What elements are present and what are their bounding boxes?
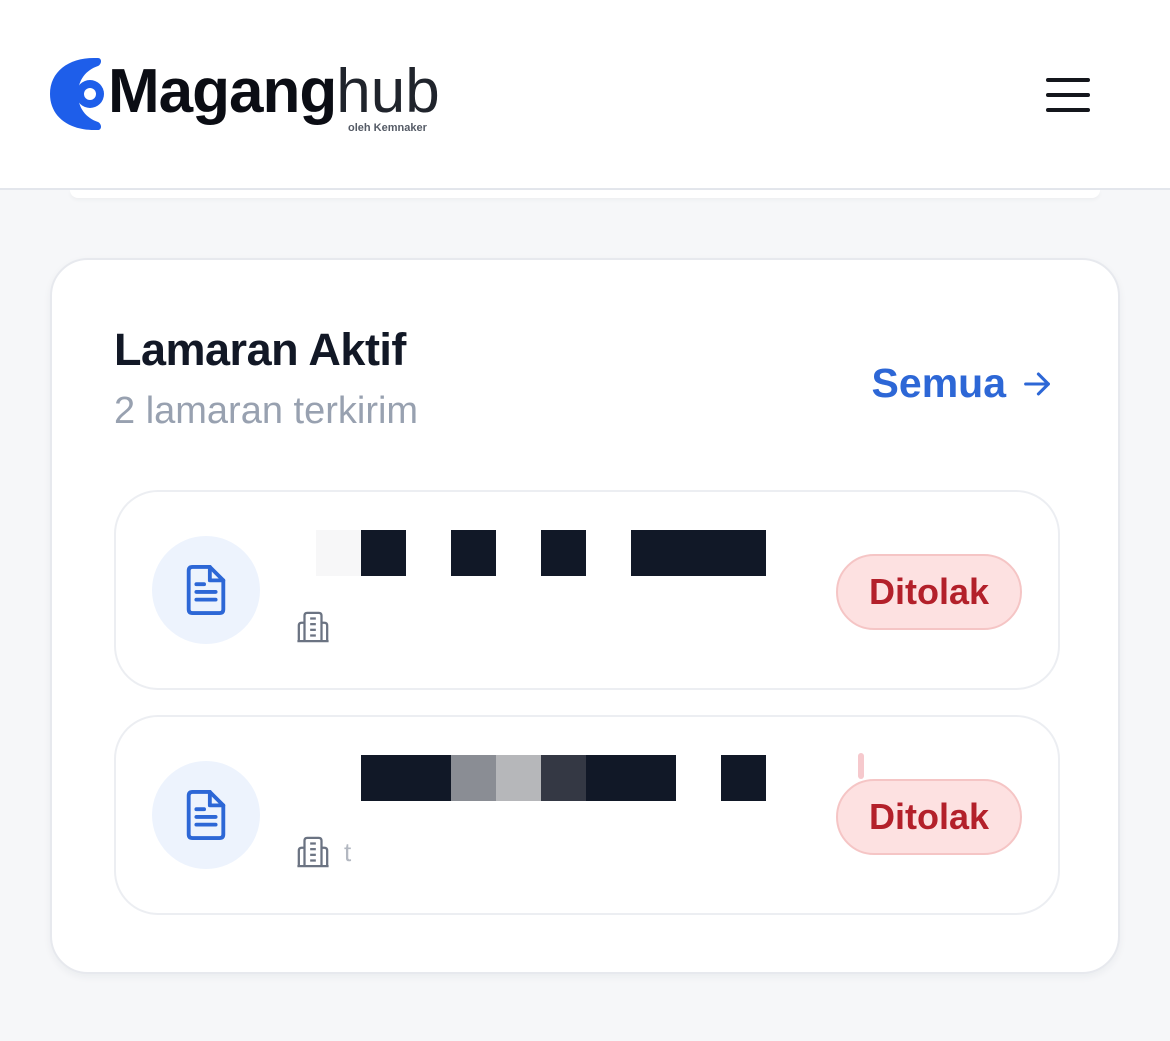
document-icon xyxy=(186,565,226,615)
building-icon xyxy=(297,836,329,868)
logo-subtitle: oleh Kemnaker xyxy=(348,122,427,134)
company-row xyxy=(296,610,344,644)
application-item[interactable]: t Ditolak xyxy=(114,715,1060,915)
menu-bar-middle xyxy=(1046,93,1090,97)
status-badge: Ditolak xyxy=(836,554,1022,630)
logo-mark-icon xyxy=(50,58,104,130)
active-applications-card: Lamaran Aktif 2 lamaran terkirim Semua D… xyxy=(50,258,1120,974)
maganghub-logo[interactable]: Maganghub oleh Kemnaker xyxy=(48,52,448,142)
menu-bar-top xyxy=(1046,78,1090,82)
application-item[interactable]: Ditolak xyxy=(114,490,1060,690)
arrow-right-icon xyxy=(1024,372,1050,395)
app-header: Maganghub oleh Kemnaker xyxy=(0,0,1170,190)
card-subtitle: 2 lamaran terkirim xyxy=(114,390,419,432)
logo-wordmark-hub: hub xyxy=(336,57,440,126)
badge-artifact xyxy=(858,753,864,779)
building-icon xyxy=(297,611,329,643)
document-icon xyxy=(186,790,226,840)
see-all-link[interactable]: Semua xyxy=(872,360,1054,407)
status-badge: Ditolak xyxy=(836,779,1022,855)
document-icon-circle xyxy=(152,761,260,869)
logo-wordmark: Maganghub xyxy=(108,54,440,130)
company-name: t xyxy=(344,836,352,867)
company-row: t xyxy=(296,835,351,869)
card-title: Lamaran Aktif xyxy=(114,324,406,375)
collapsed-panel-edge xyxy=(70,190,1100,198)
menu-bar-bottom xyxy=(1046,108,1090,112)
see-all-label: Semua xyxy=(871,360,1006,406)
document-icon-circle xyxy=(152,536,260,644)
hamburger-menu-button[interactable] xyxy=(1040,70,1096,120)
logo-wordmark-bold: Magang xyxy=(108,57,337,126)
